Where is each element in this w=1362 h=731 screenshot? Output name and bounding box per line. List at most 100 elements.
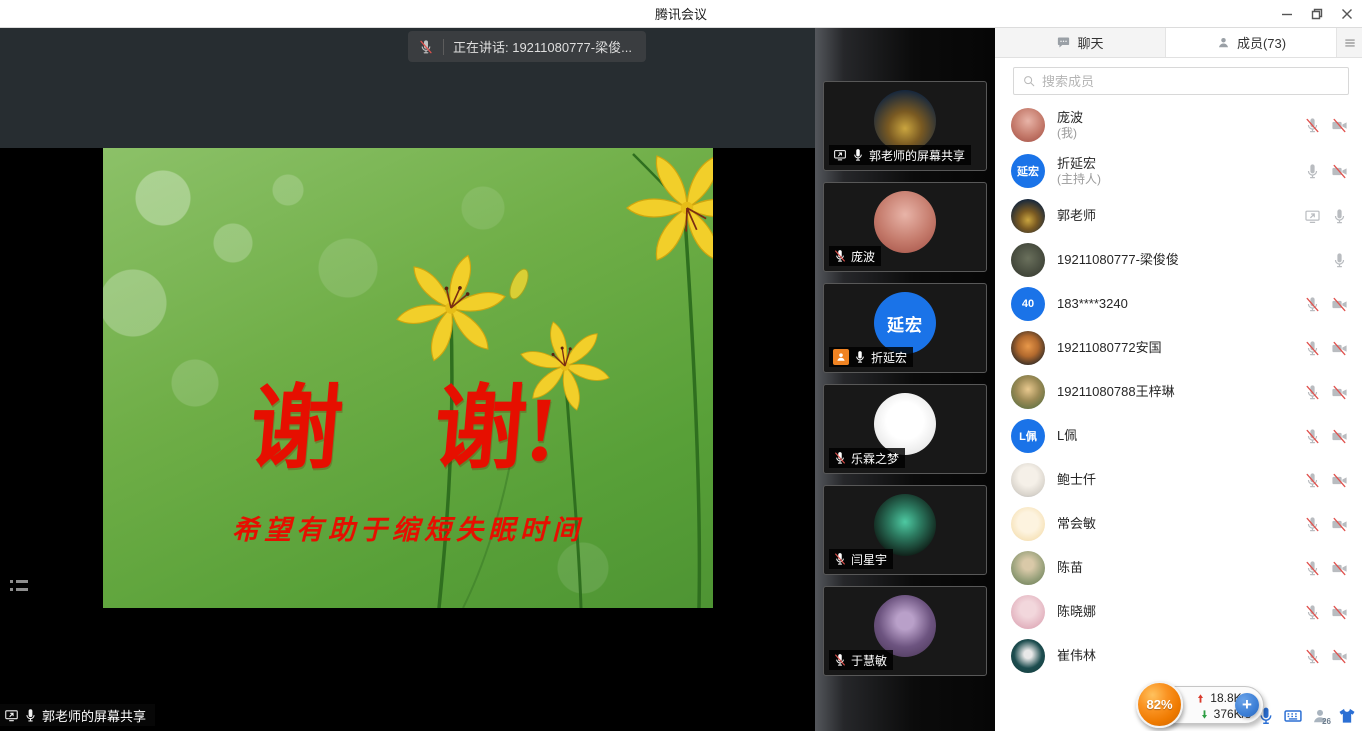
mic-muted-icon	[1304, 428, 1321, 445]
search-icon	[1022, 74, 1036, 88]
titlebar: 腾讯会议	[0, 0, 1362, 28]
avatar	[1011, 243, 1045, 277]
thumbnail-name: 庞波	[851, 248, 875, 265]
battery-network-widget: 18.8K/s 376K/s 82% +	[1136, 680, 1276, 730]
cam-muted-icon	[1331, 296, 1348, 313]
member-row[interactable]: 19211080777-梁俊俊	[995, 238, 1362, 282]
thumbnail-label: 折延宏	[829, 347, 913, 367]
download-arrow-icon	[1199, 709, 1210, 720]
member-row[interactable]: L佩 L佩	[995, 414, 1362, 458]
member-text: 庞波 (我)	[1057, 110, 1304, 141]
avatar	[874, 191, 936, 253]
mic-muted-icon	[833, 249, 847, 263]
mic-muted-icon	[833, 653, 847, 667]
member-text: 崔伟林	[1057, 648, 1304, 664]
avatar	[874, 595, 936, 657]
member-list: 庞波 (我) 延宏 折延宏 (主持人) 郭老师 19211080777-梁俊俊 …	[995, 102, 1362, 685]
avatar	[1011, 639, 1045, 673]
member-row[interactable]: 陈晓娜	[995, 590, 1362, 634]
search-box[interactable]	[1013, 67, 1349, 95]
video-thumbnail[interactable]: 乐霖之梦	[823, 384, 987, 474]
avatar: 延宏	[1011, 154, 1045, 188]
video-thumbnail-strip: 郭老师的屏幕共享 庞波 延宏 折延宏 乐霖之梦 闫星宇 于慧敏	[815, 28, 995, 731]
member-row[interactable]: 鲍士仟	[995, 458, 1362, 502]
slide-outline-toggle-icon[interactable]	[10, 580, 30, 597]
ime-person-icon[interactable]: 26	[1310, 706, 1330, 726]
tab-chat[interactable]: 聊天	[995, 28, 1166, 57]
restore-icon	[1311, 8, 1323, 20]
mic-muted-icon	[833, 451, 847, 465]
tab-members[interactable]: 成员(73)	[1166, 28, 1336, 57]
screen-share-status-label: 郭老师的屏幕共享	[0, 704, 155, 726]
avatar: L佩	[1011, 419, 1045, 453]
close-button[interactable]	[1332, 0, 1362, 28]
search-members-input[interactable]	[1042, 74, 1340, 89]
tencent-meeting-window: 腾讯会议 正在讲话: 19211080777-梁俊...	[0, 0, 1362, 731]
minimize-button[interactable]	[1272, 0, 1302, 28]
battery-percentage: 82%	[1146, 697, 1172, 712]
cam-muted-icon	[1331, 117, 1348, 134]
member-status-icons	[1304, 384, 1348, 401]
battery-percentage-ball[interactable]: 82%	[1136, 681, 1183, 728]
ime-skin-icon[interactable]	[1337, 706, 1357, 726]
member-row[interactable]: 常会敏	[995, 502, 1362, 546]
video-thumbnail[interactable]: 于慧敏	[823, 586, 987, 676]
avatar	[1011, 507, 1045, 541]
hamburger-icon	[1343, 36, 1357, 50]
chat-bubble-icon	[1056, 35, 1071, 50]
minimize-icon	[1281, 8, 1293, 20]
avatar	[1011, 108, 1045, 142]
restore-button[interactable]	[1302, 0, 1332, 28]
member-row[interactable]: 19211080788王梓琳	[995, 370, 1362, 414]
member-name: 折延宏	[1057, 156, 1304, 172]
member-row[interactable]: 崔伟林	[995, 634, 1362, 678]
slide-subtitle: 希望有助于缩短失眠时间	[103, 508, 713, 547]
cam-muted-icon	[1331, 604, 1348, 621]
member-text: 陈苗	[1057, 560, 1304, 576]
mic-on-icon	[23, 708, 38, 723]
cam-muted-icon	[1331, 560, 1348, 577]
mic-muted-icon	[1304, 648, 1321, 665]
upload-arrow-icon	[1195, 693, 1206, 704]
thumbnail-name: 乐霖之梦	[851, 450, 899, 467]
mic-on-icon	[851, 148, 865, 162]
member-row[interactable]: 40 183****3240	[995, 282, 1362, 326]
window-controls	[1272, 0, 1362, 28]
member-row[interactable]: 庞波 (我)	[995, 102, 1362, 148]
member-status-icons	[1304, 428, 1348, 445]
member-status-icons	[1304, 516, 1348, 533]
member-name: 陈苗	[1057, 560, 1304, 576]
video-thumbnail[interactable]: 闫星宇	[823, 485, 987, 575]
mic-on-icon	[1331, 252, 1348, 269]
screen-share-icon	[4, 708, 19, 723]
avatar	[1011, 331, 1045, 365]
ime-keyboard-icon[interactable]	[1283, 706, 1303, 726]
member-status-icons	[1304, 296, 1348, 313]
avatar	[874, 494, 936, 556]
avatar	[874, 90, 936, 152]
member-text: L佩	[1057, 428, 1304, 444]
mic-muted-icon	[1304, 340, 1321, 357]
search-area	[995, 58, 1362, 102]
member-row[interactable]: 延宏 折延宏 (主持人)	[995, 148, 1362, 194]
video-thumbnail[interactable]: 庞波	[823, 182, 987, 272]
member-row[interactable]: 19211080772安国	[995, 326, 1362, 370]
member-row[interactable]: 郭老师	[995, 194, 1362, 238]
avatar	[1011, 551, 1045, 585]
cam-muted-icon	[1331, 516, 1348, 533]
thumbnail-name: 郭老师的屏幕共享	[869, 147, 965, 164]
video-thumbnail[interactable]: 郭老师的屏幕共享	[823, 81, 987, 171]
presentation-slide: 谢 谢! 希望有助于缩短失眠时间	[103, 148, 713, 608]
widget-plus-button[interactable]: +	[1235, 693, 1259, 717]
screen-share-icon	[833, 148, 847, 162]
avatar	[874, 393, 936, 455]
video-thumbnail[interactable]: 延宏 折延宏	[823, 283, 987, 373]
panel-menu-button[interactable]	[1336, 28, 1362, 57]
member-text: 郭老师	[1057, 208, 1304, 224]
member-status-icons	[1304, 117, 1348, 134]
thumbnail-label: 郭老师的屏幕共享	[829, 145, 971, 165]
member-status-icons	[1304, 340, 1348, 357]
member-text: 折延宏 (主持人)	[1057, 156, 1304, 187]
member-row[interactable]: 陈苗	[995, 546, 1362, 590]
member-name: 郭老师	[1057, 208, 1304, 224]
